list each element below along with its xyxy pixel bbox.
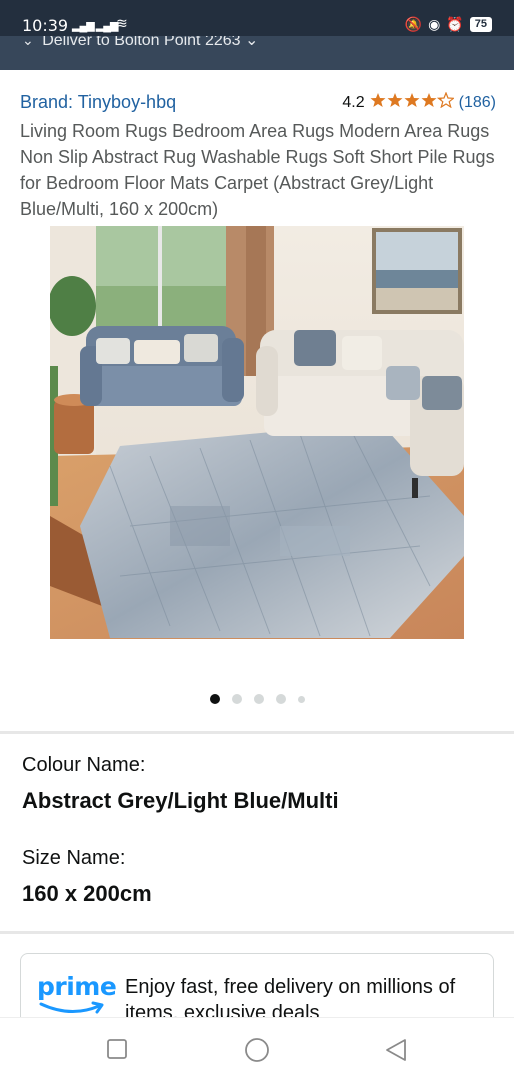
carousel-dot[interactable] xyxy=(297,695,305,703)
size-name-value[interactable]: 160 x 200cm xyxy=(22,881,152,907)
rating-summary[interactable]: 4.2 (186) xyxy=(342,92,496,113)
brand-link[interactable]: Brand: Tinyboy-hbq xyxy=(20,92,176,113)
stars-svg xyxy=(370,92,454,108)
star-icon xyxy=(421,93,437,107)
delivery-location-row[interactable]: ⌄ Deliver to Bolton Point 2263 ⌄ xyxy=(22,30,258,70)
data-saver-icon: ◉ xyxy=(428,16,441,32)
carousel-dot[interactable] xyxy=(253,694,264,704)
status-icons: 🔕 ◉ ⏰ 75 xyxy=(405,16,492,33)
star-icon xyxy=(404,93,420,107)
product-title: Living Room Rugs Bedroom Area Rugs Moder… xyxy=(20,121,495,219)
colour-name-label: Colour Name: xyxy=(22,754,146,776)
rating-value: 4.2 xyxy=(342,93,365,111)
product-image[interactable] xyxy=(50,226,464,639)
delivery-location-bar[interactable]: ⌄ Deliver to Bolton Point 2263 ⌄ xyxy=(0,30,514,70)
star-icon xyxy=(387,93,403,107)
status-bar: 10:39 ▂▄▆ ▂▄▆ ≋ 🔕 ◉ ⏰ 75 xyxy=(0,0,514,36)
product-photo-illustration xyxy=(50,226,464,639)
colour-name-value[interactable]: Abstract Grey/Light Blue/Multi xyxy=(22,788,339,814)
carousel-dot[interactable] xyxy=(231,694,242,704)
status-time: 10:39 xyxy=(22,16,69,35)
section-divider xyxy=(0,731,514,734)
carousel-dot-active[interactable] xyxy=(209,694,220,704)
triangle-back-icon[interactable] xyxy=(384,1038,408,1062)
battery-icon: 75 xyxy=(469,17,492,32)
circle-icon[interactable] xyxy=(243,1038,271,1066)
square-icon[interactable] xyxy=(106,1038,128,1060)
carousel-dot[interactable] xyxy=(275,694,286,704)
system-navigation-bar xyxy=(0,1017,514,1085)
rating-count[interactable]: (186) xyxy=(459,94,496,112)
wifi-icon: ≋ xyxy=(116,15,128,31)
signal-icon: ▂▄▆ ▂▄▆ xyxy=(72,20,118,32)
size-name-label: Size Name: xyxy=(22,847,126,869)
star-rating-icon xyxy=(370,92,454,113)
alarm-icon: ⏰ xyxy=(446,16,464,32)
brand-rating-row: Brand: Tinyboy-hbq 4.2 (186) xyxy=(20,92,496,114)
prime-smile-icon xyxy=(39,1001,104,1014)
section-divider xyxy=(0,931,514,934)
star-icon xyxy=(370,93,386,107)
mute-icon: 🔕 xyxy=(404,16,423,32)
image-carousel-dots[interactable] xyxy=(0,694,514,704)
prime-logo: prime xyxy=(37,972,117,1001)
